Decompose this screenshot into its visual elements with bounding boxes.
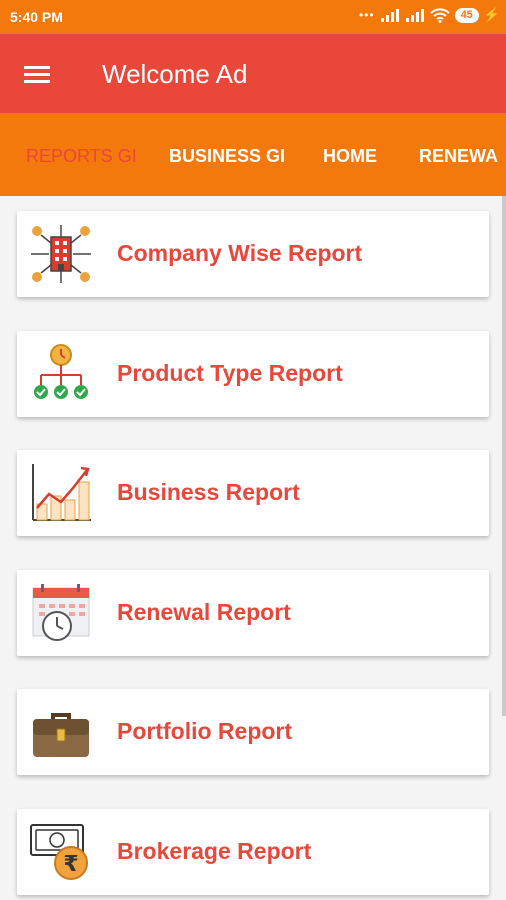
wifi-icon <box>429 7 450 23</box>
report-label: Brokerage Report <box>117 838 312 864</box>
signal-icon <box>380 9 399 22</box>
report-label: Renewal Report <box>117 599 291 625</box>
report-card-company-wise[interactable]: Company Wise Report <box>17 211 489 297</box>
tab-business-gi[interactable]: BUSINESS GI <box>169 146 285 167</box>
report-label: Business Report <box>117 479 300 505</box>
status-bar: 5:40 PM ••• 45 ⚡ <box>0 0 506 34</box>
report-card-renewal[interactable]: Renewal Report <box>17 570 489 656</box>
scrollbar[interactable] <box>502 196 506 716</box>
report-label: Product Type Report <box>117 360 343 386</box>
calendar-clock-icon <box>32 584 90 641</box>
svg-text:₹: ₹ <box>63 852 78 877</box>
hamburger-menu-icon[interactable] <box>22 60 52 88</box>
tab-reports-gi[interactable]: REPORTS GI <box>26 146 137 167</box>
report-card-brokerage[interactable]: ₹ Brokerage Report <box>17 809 489 895</box>
charging-icon: ⚡ <box>483 7 500 22</box>
app-bar: Welcome Ad <box>0 34 506 113</box>
report-card-business[interactable]: Business Report <box>17 450 489 536</box>
report-list: Company Wise Report Product Type Report <box>0 196 506 900</box>
product-hierarchy-icon <box>34 344 88 399</box>
status-time: 5:40 PM <box>10 9 63 25</box>
more-dots-icon: ••• <box>358 8 375 22</box>
briefcase-icon <box>33 713 89 757</box>
signal-icon-2 <box>405 9 424 22</box>
report-card-portfolio[interactable]: Portfolio Report <box>17 689 489 775</box>
rupee-note-icon: ₹ <box>30 824 88 880</box>
battery-icon: 45 <box>454 7 479 23</box>
tab-home[interactable]: HOME <box>323 146 377 167</box>
status-icons: ••• 45 ⚡ <box>359 7 500 23</box>
growth-chart-icon <box>32 464 91 521</box>
battery-level: 45 <box>460 8 473 21</box>
company-structure-icon <box>31 225 91 283</box>
report-card-product-type[interactable]: Product Type Report <box>17 331 489 417</box>
report-label: Company Wise Report <box>117 240 363 266</box>
report-label: Portfolio Report <box>117 718 293 744</box>
page-title: Welcome Ad <box>102 59 248 89</box>
tab-renewal[interactable]: RENEWA <box>419 146 498 167</box>
tab-bar: REPORTS GI BUSINESS GI HOME RENEWA <box>0 113 506 196</box>
